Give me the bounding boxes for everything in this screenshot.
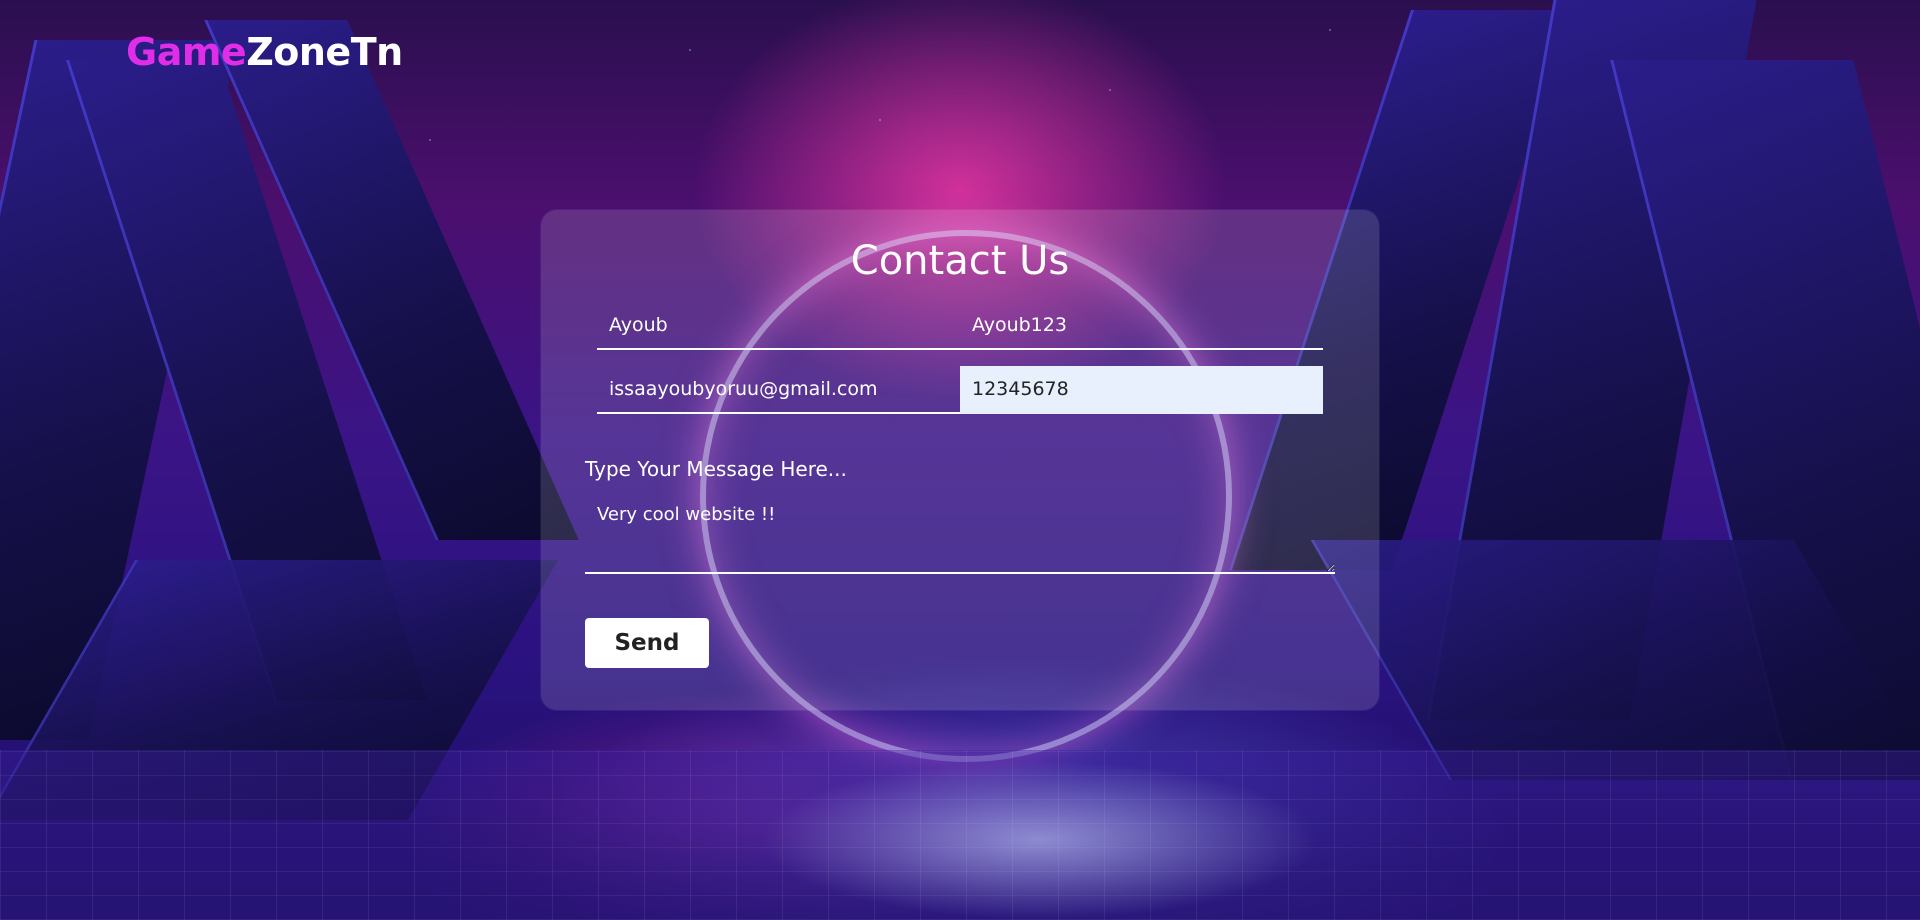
contact-form-card: Contact Us Type Your Message Here... Ver… bbox=[541, 210, 1379, 710]
email-input[interactable] bbox=[597, 366, 960, 414]
floor-glow bbox=[760, 760, 1320, 920]
site-logo[interactable]: GameZoneTn bbox=[126, 30, 403, 74]
phone-input[interactable] bbox=[960, 366, 1323, 414]
username-input[interactable] bbox=[960, 302, 1323, 350]
logo-part-game: Game bbox=[126, 30, 247, 74]
message-label: Type Your Message Here... bbox=[585, 457, 847, 481]
page-background: GameZoneTn Contact Us Type Your Message … bbox=[0, 0, 1920, 920]
send-button[interactable]: Send bbox=[585, 618, 709, 668]
logo-part-zonetn: ZoneTn bbox=[246, 30, 403, 74]
name-input[interactable] bbox=[597, 302, 960, 350]
message-textarea[interactable]: Very cool website !! bbox=[585, 494, 1335, 574]
contact-form-title: Contact Us bbox=[850, 238, 1070, 284]
